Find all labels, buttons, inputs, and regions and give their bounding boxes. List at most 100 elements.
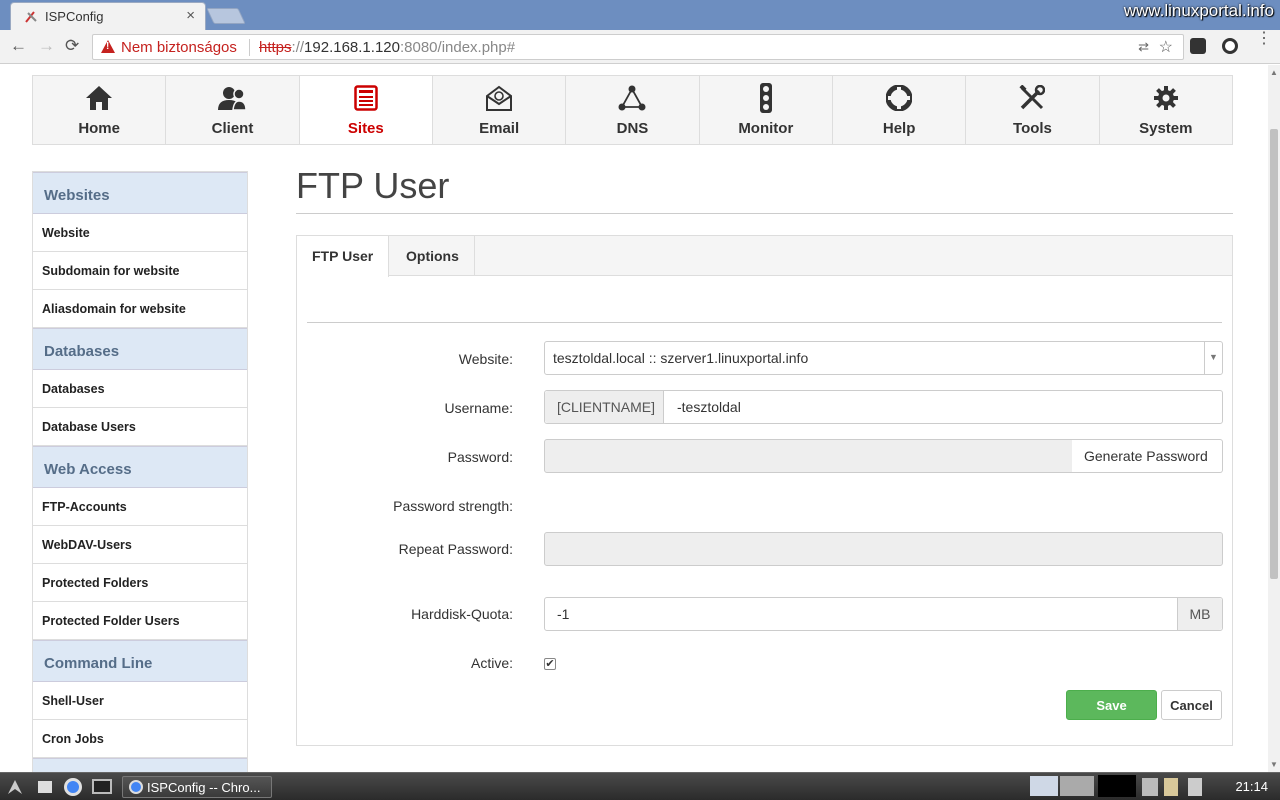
chevron-down-icon: ▼ — [1204, 342, 1222, 374]
tab-close-icon[interactable]: × — [186, 7, 195, 24]
website-select[interactable]: tesztoldal.local :: szerver1.linuxportal… — [544, 341, 1223, 375]
url-text: https://192.168.1.120:8080/index.php# — [259, 39, 515, 56]
start-menu-icon[interactable] — [6, 778, 24, 796]
generate-password-button[interactable]: Generate Password — [1072, 439, 1223, 473]
reload-icon[interactable]: ⟳ — [65, 36, 79, 56]
chrome-window-icon — [129, 780, 143, 794]
repeat-password-input[interactable] — [544, 532, 1223, 566]
cancel-button[interactable]: Cancel — [1161, 690, 1222, 720]
nav-sites[interactable]: Sites — [299, 76, 433, 144]
website-select-value: tesztoldal.local :: szerver1.linuxportal… — [553, 350, 809, 366]
browser-tab-bar: ISPConfig × www.linuxportal.info — [0, 0, 1280, 30]
bookmark-star-icon[interactable]: ☆ — [1159, 37, 1173, 57]
sidebar-item-protected-folder-users[interactable]: Protected Folder Users — [33, 602, 247, 640]
nav-email-label: Email — [479, 120, 520, 137]
form-divider — [307, 322, 1222, 323]
dns-icon — [618, 85, 646, 111]
help-icon — [886, 85, 913, 111]
nav-home-label: Home — [78, 120, 120, 137]
sidebar-item-database-users[interactable]: Database Users — [33, 408, 247, 446]
url-path: :8080/index.php# — [399, 39, 516, 56]
main-navigation: Home Client Sites Email DNS Monitor Help — [32, 75, 1233, 145]
active-label: Active: — [470, 655, 513, 671]
nav-client[interactable]: Client — [166, 76, 300, 144]
scroll-down-icon[interactable]: ▼ — [1270, 760, 1278, 769]
sidebar-item-cron-jobs[interactable]: Cron Jobs — [33, 720, 247, 758]
sidebar-item-subdomain[interactable]: Subdomain for website — [33, 252, 247, 290]
save-button[interactable]: Save — [1066, 690, 1157, 720]
generate-password-label: Generate Password — [1084, 448, 1208, 464]
extension-icon[interactable] — [1190, 38, 1206, 54]
sidebar-item-website[interactable]: Website — [33, 214, 247, 252]
sidebar-item-protected-folders[interactable]: Protected Folders — [33, 564, 247, 602]
tab-options[interactable]: Options — [391, 236, 475, 276]
nav-tools-label: Tools — [1013, 120, 1052, 137]
sidebar-item-aliasdomain[interactable]: Aliasdomain for website — [33, 290, 247, 328]
browser-menu-icon[interactable]: ⋮ — [1256, 31, 1272, 47]
sidebar-item-ftp-accounts[interactable]: FTP-Accounts — [33, 488, 247, 526]
ispconfig-page: Home Client Sites Email DNS Monitor Help — [0, 65, 1268, 772]
nav-help-label: Help — [882, 120, 916, 137]
workspace-pager-2-icon[interactable] — [1060, 776, 1094, 796]
forward-arrow-icon[interactable]: → — [38, 36, 55, 56]
email-icon — [486, 85, 513, 111]
translate-icon[interactable]: ⇄ — [1138, 39, 1149, 55]
url-host: 192.168.1.120 — [304, 39, 400, 56]
address-bar[interactable]: Nem biztonságos https://192.168.1.120:80… — [92, 34, 1184, 60]
ispconfig-favicon-icon — [25, 11, 37, 23]
file-manager-icon[interactable] — [38, 781, 52, 793]
terminal-icon[interactable] — [92, 779, 112, 794]
sidebar-section-databases: Databases — [33, 328, 247, 370]
nav-system[interactable]: System — [1100, 76, 1232, 144]
nav-system-label: System — [1139, 120, 1193, 137]
volume-icon[interactable] — [1188, 778, 1202, 796]
clipboard-icon[interactable] — [1164, 778, 1178, 796]
website-label: Website: — [458, 351, 513, 367]
password-input[interactable] — [544, 439, 1073, 473]
new-tab-button[interactable] — [206, 8, 246, 24]
nav-tools[interactable]: Tools — [966, 76, 1100, 144]
taskbar-window-chrome[interactable]: ISPConfig -- Chro... — [122, 776, 272, 798]
page-scrollbar[interactable]: ▲ ▼ — [1268, 65, 1280, 772]
scroll-up-icon[interactable]: ▲ — [1270, 68, 1278, 77]
browser-tab-ispconfig[interactable]: ISPConfig × — [10, 2, 206, 30]
taskbar-window-title: ISPConfig -- Chro... — [147, 780, 261, 795]
workspace-pager-icon[interactable] — [1030, 776, 1058, 796]
network-icon[interactable] — [1142, 778, 1158, 796]
browser-tab-title: ISPConfig — [45, 9, 104, 24]
nav-monitor[interactable]: Monitor — [700, 76, 833, 144]
client-icon — [218, 87, 248, 111]
nav-help[interactable]: Help — [833, 76, 967, 144]
sidebar-item-databases[interactable]: Databases — [33, 370, 247, 408]
harddisk-quota-label: Harddisk-Quota: — [411, 606, 513, 622]
username-prefix: [CLIENTNAME] — [545, 391, 664, 423]
username-label: Username: — [444, 400, 513, 416]
form-tabs: FTP User Options — [297, 236, 1232, 277]
back-arrow-icon[interactable]: ← — [10, 36, 27, 56]
monitor-icon — [759, 83, 772, 113]
not-secure-label: Nem biztonságos — [121, 39, 237, 56]
sidebar: Websites Website Subdomain for website A… — [32, 171, 248, 772]
username-input[interactable]: -tesztoldal — [677, 399, 741, 415]
quota-unit-addon: MB — [1177, 598, 1222, 630]
harddisk-quota-input[interactable]: -1 — [557, 606, 569, 622]
chrome-account-icon[interactable] — [1222, 38, 1238, 54]
chrome-launcher-icon[interactable] — [64, 778, 82, 796]
sidebar-section-websites: Websites — [33, 172, 247, 214]
system-icon — [1153, 86, 1178, 110]
sidebar-section-web-access: Web Access — [33, 446, 247, 488]
tab-ftp-user[interactable]: FTP User — [297, 236, 390, 277]
browser-toolbar: ← → ⟳ Nem biztonságos https://192.168.1.… — [0, 30, 1280, 64]
sidebar-item-shell-user[interactable]: Shell-User — [33, 682, 247, 720]
sidebar-section-command-line: Command Line — [33, 640, 247, 682]
sidebar-item-webdav-users[interactable]: WebDAV-Users — [33, 526, 247, 564]
nav-dns[interactable]: DNS — [566, 76, 700, 144]
home-icon — [86, 86, 113, 110]
watermark-text: www.linuxportal.info — [1123, 1, 1274, 20]
nav-home[interactable]: Home — [33, 76, 167, 144]
nav-dns-label: DNS — [616, 120, 649, 137]
scrollbar-thumb[interactable] — [1270, 129, 1278, 579]
tools-icon — [1019, 85, 1046, 110]
nav-email[interactable]: Email — [433, 76, 567, 144]
active-checkbox[interactable]: ✔ — [544, 658, 556, 670]
